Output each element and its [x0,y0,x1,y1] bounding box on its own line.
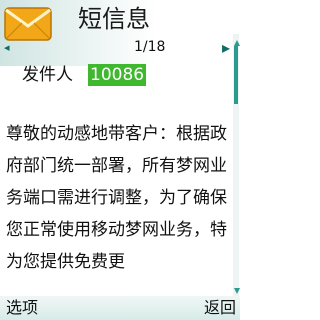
scrollbar[interactable] [233,34,240,296]
header-bar: 短信息 ◂ 1/18 ▸ [0,0,240,66]
page-title: 短信息 [78,5,150,33]
softkey-bar: 选项 返回 [0,296,240,320]
previous-message-arrow[interactable]: ◂ [4,42,10,54]
envelope-icon [4,7,52,41]
scroll-thumb[interactable] [234,46,238,104]
scroll-down-icon[interactable] [234,288,240,294]
message-body: 尊敬的动感地带客户：根据政府部门统一部署，所有梦网业务端口需进行调整，为了确保您… [6,124,227,272]
back-softkey[interactable]: 返回 [204,297,236,319]
message-counter: 1/18 [134,39,166,55]
next-message-arrow[interactable]: ▸ [222,40,230,56]
sender-label: 发件人 [22,65,73,85]
options-softkey[interactable]: 选项 [6,297,38,319]
sender-number[interactable]: 10086 [88,64,147,86]
